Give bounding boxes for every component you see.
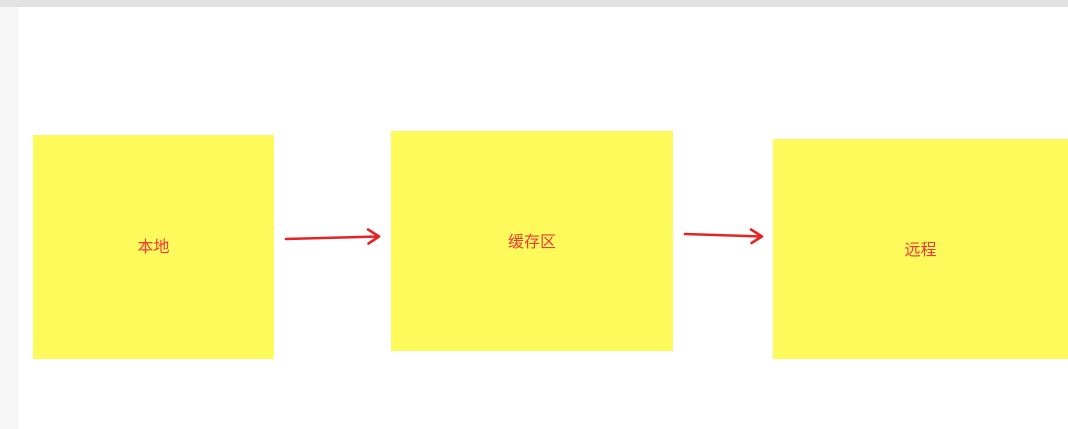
left-gutter: [0, 7, 18, 429]
node-local[interactable]: 本地: [33, 135, 274, 359]
diagram-canvas: 本地 缓存区 远程: [0, 0, 1068, 429]
node-remote[interactable]: 远程: [773, 139, 1068, 359]
node-local-label: 本地: [137, 237, 170, 256]
node-cache[interactable]: 缓存区: [391, 131, 673, 351]
top-bar: [0, 0, 1068, 7]
arrow-cache-to-remote: [683, 228, 764, 245]
node-remote-label: 远程: [904, 240, 937, 259]
arrow-local-to-cache: [284, 228, 381, 245]
node-cache-label: 缓存区: [507, 232, 556, 251]
